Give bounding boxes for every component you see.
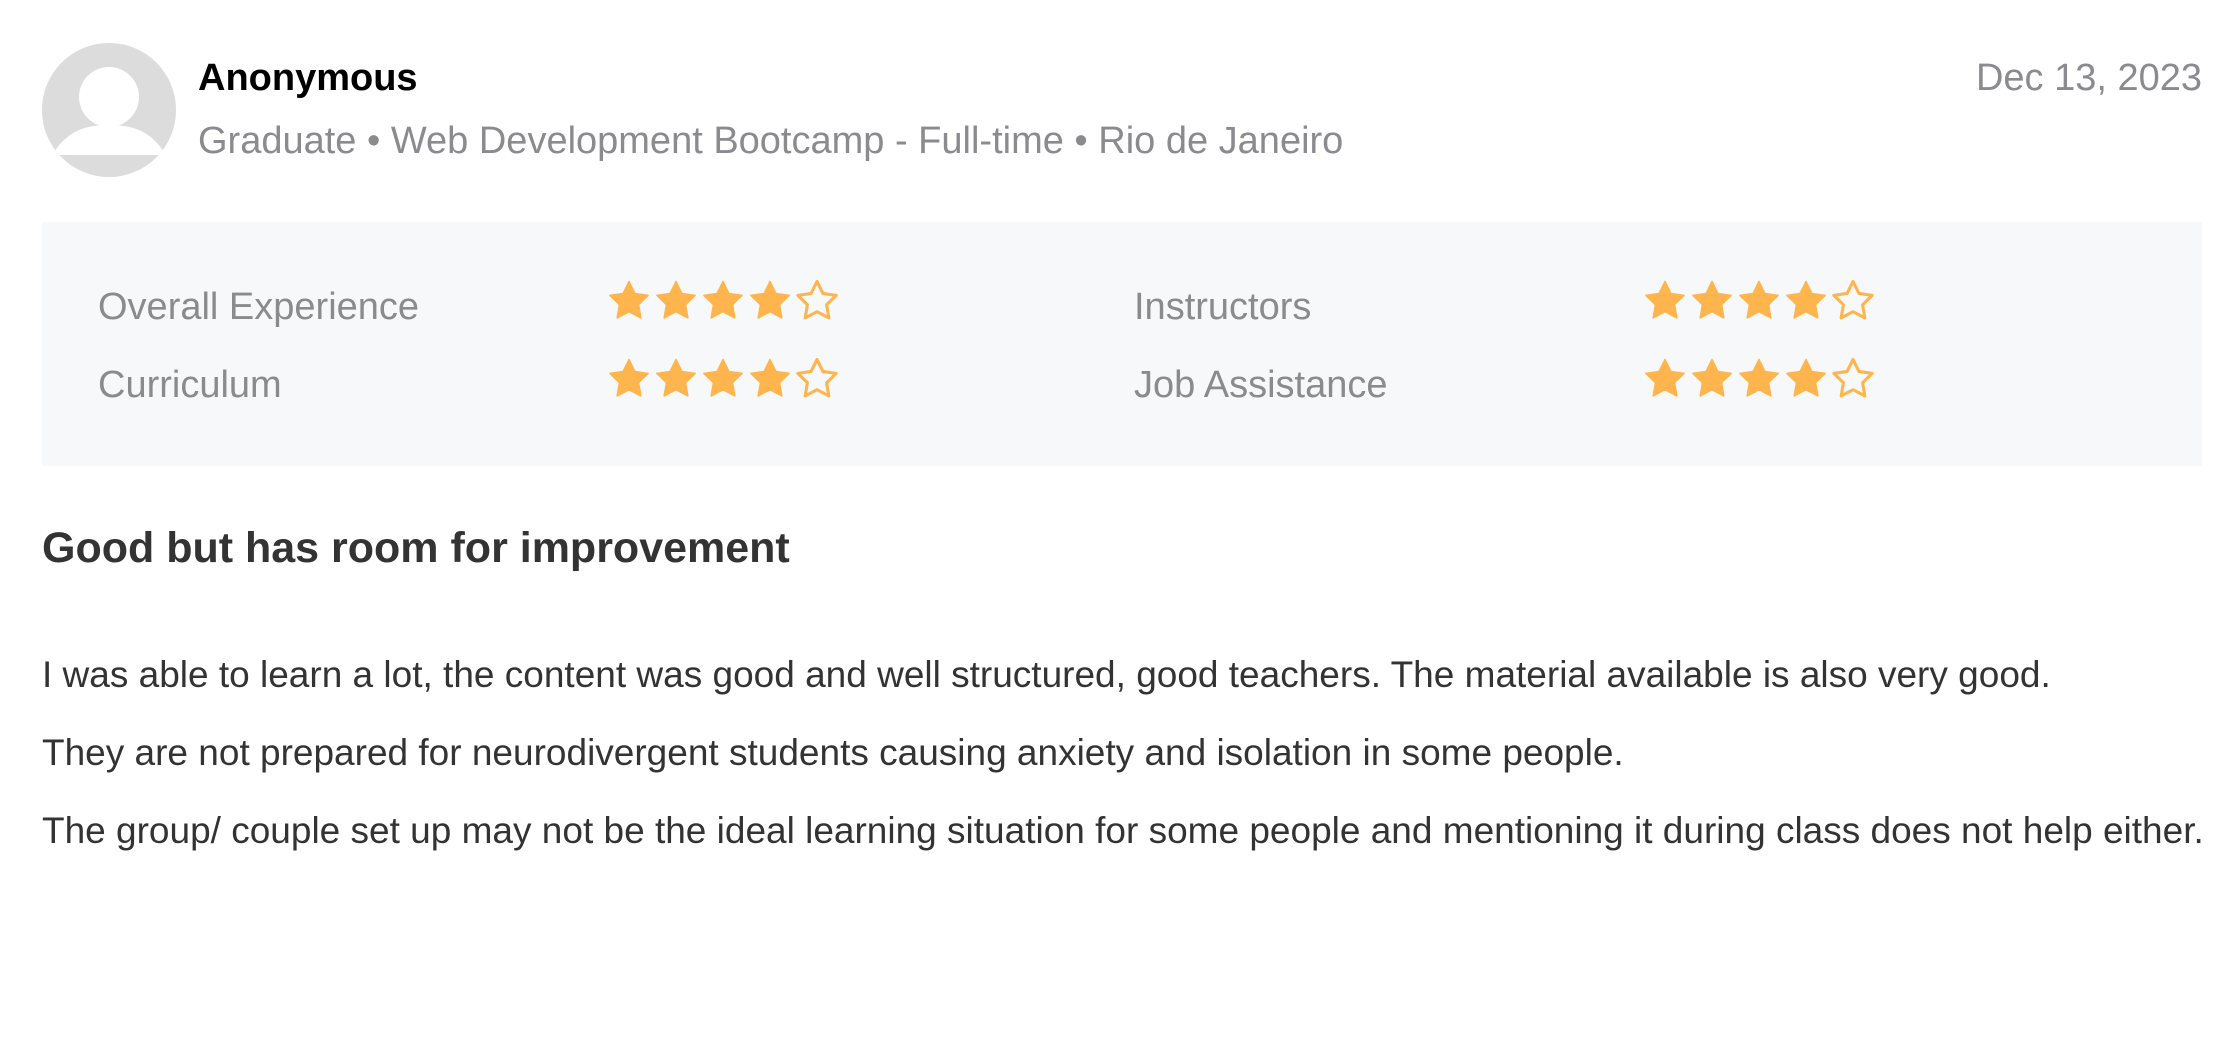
star-filled-icon [750, 358, 790, 397]
reviewer-meta: Graduate • Web Development Bootcamp - Fu… [198, 120, 1344, 162]
review-paragraph: The group/ couple set up may not be the … [42, 810, 2204, 851]
review-header: Anonymous Graduate • Web Development Boo… [42, 0, 2202, 222]
star-filled-icon [656, 280, 696, 319]
star-filled-icon [609, 358, 649, 397]
review-paragraph: They are not prepared for neurodivergent… [42, 732, 1624, 773]
star-filled-icon [1786, 280, 1826, 319]
star-filled-icon [703, 280, 743, 319]
ratings-panel: Overall Experience Instructors Curriculu… [42, 222, 2202, 466]
star-filled-icon [750, 280, 790, 319]
rating-label: Instructors [1134, 286, 1312, 328]
star-rating [606, 356, 840, 402]
star-rating [1642, 356, 1876, 402]
star-filled-icon [1645, 280, 1685, 319]
star-filled-icon [1786, 358, 1826, 397]
review-card: Anonymous Graduate • Web Development Boo… [42, 0, 2204, 851]
default-user-icon [42, 43, 176, 177]
review-paragraph: I was able to learn a lot, the content w… [42, 654, 2051, 695]
rating-label: Curriculum [98, 364, 282, 406]
review-date: Dec 13, 2023 [1975, 57, 2202, 99]
star-empty-icon [1832, 357, 1874, 398]
reviewer-name: Anonymous [198, 57, 418, 99]
review-body: I was able to learn a lot, the content w… [42, 636, 2222, 870]
review-title: Good but has room for improvement [42, 524, 790, 572]
rating-label: Overall Experience [98, 286, 420, 328]
star-filled-icon [609, 280, 649, 319]
star-empty-icon [1832, 279, 1874, 320]
star-filled-icon [1692, 280, 1732, 319]
star-filled-icon [1739, 358, 1779, 397]
star-filled-icon [703, 358, 743, 397]
star-filled-icon [656, 358, 696, 397]
star-empty-icon [796, 279, 838, 320]
star-rating [1642, 278, 1876, 324]
star-rating [606, 278, 840, 324]
star-filled-icon [1645, 358, 1685, 397]
avatar [42, 43, 176, 177]
star-empty-icon [796, 357, 838, 398]
star-filled-icon [1739, 280, 1779, 319]
rating-label: Job Assistance [1134, 364, 1388, 406]
star-filled-icon [1692, 358, 1732, 397]
